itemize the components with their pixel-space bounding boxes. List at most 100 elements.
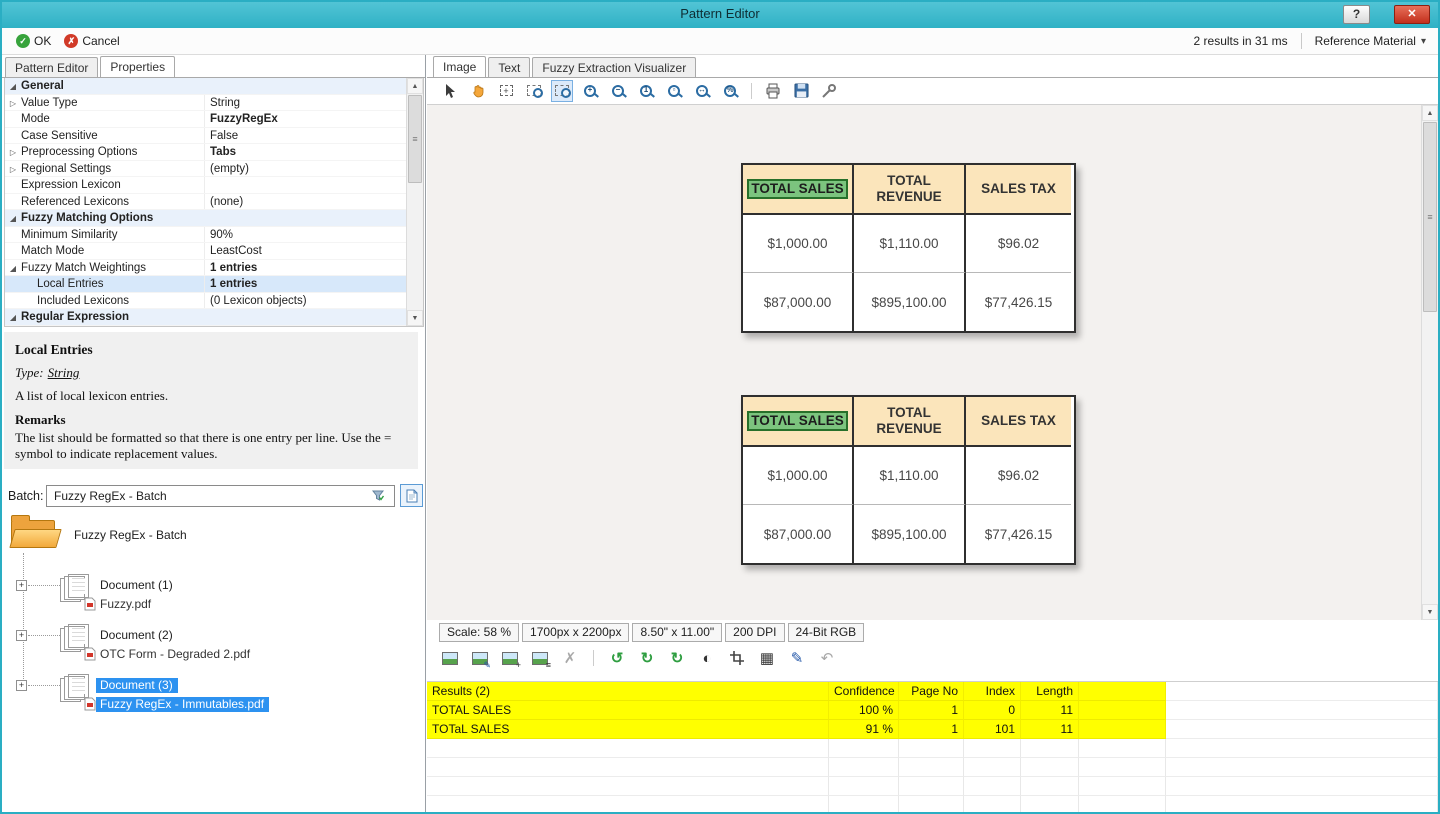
results-header-length[interactable]: Length: [1021, 682, 1079, 701]
property-group-general[interactable]: ◢ General: [5, 78, 406, 95]
collapse-icon[interactable]: ◢: [5, 309, 21, 325]
expand-icon[interactable]: ▷: [5, 161, 21, 177]
scroll-thumb[interactable]: ≡: [1423, 122, 1437, 312]
rotate-left-icon[interactable]: ↺: [606, 647, 628, 669]
result-row-length[interactable]: 11: [1021, 701, 1079, 720]
result-row-index[interactable]: 0: [964, 701, 1021, 720]
pan-tool-icon[interactable]: [467, 80, 489, 102]
tree-root-label[interactable]: Fuzzy RegEx - Batch: [74, 528, 187, 542]
close-button[interactable]: ✕: [1394, 5, 1430, 24]
zoom-window-icon[interactable]: [551, 79, 573, 102]
result-row-page[interactable]: 1: [899, 720, 964, 739]
results-header-confidence[interactable]: Confidence: [829, 682, 899, 701]
zoom-fit-page-icon[interactable]: ▫: [663, 80, 685, 102]
property-row-value-type[interactable]: ▷ Value Type String: [5, 94, 406, 111]
expand-plus-icon[interactable]: +: [16, 680, 27, 691]
tree-item-title[interactable]: Document (2): [100, 628, 173, 642]
zoom-fit-width-icon[interactable]: ↔: [691, 80, 713, 102]
crop-icon[interactable]: [726, 647, 748, 669]
annotate-pen-icon[interactable]: ✎: [786, 647, 808, 669]
result-row-index[interactable]: 101: [964, 720, 1021, 739]
result-row-confidence[interactable]: 91 %: [829, 720, 899, 739]
snippet-tool-icon[interactable]: +: [495, 80, 517, 102]
collapse-icon[interactable]: ◢: [5, 260, 21, 276]
property-row-case-sensitive[interactable]: Case Sensitive False: [5, 127, 406, 144]
tab-pattern-editor[interactable]: Pattern Editor: [5, 57, 99, 77]
zoom-percent-icon[interactable]: %: [719, 80, 741, 102]
property-row-minimum-similarity[interactable]: Minimum Similarity 90%: [5, 226, 406, 243]
result-row-confidence[interactable]: 100 %: [829, 701, 899, 720]
folder-icon[interactable]: [9, 515, 62, 549]
expand-plus-icon[interactable]: +: [16, 580, 27, 591]
tab-image[interactable]: Image: [433, 56, 487, 77]
expand-icon[interactable]: ▷: [5, 95, 21, 111]
cancel-button[interactable]: ✗ Cancel: [60, 32, 123, 50]
ok-button[interactable]: ✓ OK: [12, 32, 55, 50]
scroll-up-icon[interactable]: ▲: [407, 78, 423, 94]
refresh-page-icon[interactable]: ↻: [666, 647, 688, 669]
scroll-thumb[interactable]: ≡: [408, 95, 422, 183]
image-tools-icon[interactable]: [818, 80, 840, 102]
save-image-icon[interactable]: [790, 80, 812, 102]
property-row-regional-settings[interactable]: ▷ Regional Settings (empty): [5, 160, 406, 177]
reference-material-button[interactable]: Reference Material ▾: [1315, 34, 1428, 48]
results-header-name[interactable]: Results (2): [427, 682, 829, 701]
tab-properties[interactable]: Properties: [100, 56, 176, 77]
print-icon[interactable]: [762, 80, 784, 102]
image-edit-icon[interactable]: ✎: [469, 647, 491, 669]
image-inspect-icon[interactable]: +: [499, 647, 521, 669]
scroll-up-icon[interactable]: ▲: [1422, 105, 1438, 121]
property-row-mode[interactable]: Mode FuzzyRegEx: [5, 111, 406, 128]
property-row-preprocessing[interactable]: ▷ Preprocessing Options Tabs: [5, 144, 406, 161]
filter-icon[interactable]: [372, 490, 385, 502]
undo-icon[interactable]: ↶: [816, 647, 838, 669]
tab-fuzzy-extraction-visualizer[interactable]: Fuzzy Extraction Visualizer: [532, 57, 697, 77]
image-open-icon[interactable]: [439, 647, 461, 669]
tree-item-document-2[interactable]: + Document (2) OTC Form - Degraded 2.pdf: [2, 623, 424, 673]
tree-item-file[interactable]: Fuzzy.pdf: [100, 597, 151, 611]
zoom-out-icon[interactable]: −: [607, 80, 629, 102]
property-grid-scrollbar[interactable]: ▲ ≡ ▼: [406, 78, 423, 326]
copy-table-icon[interactable]: ▦: [756, 647, 778, 669]
results-header-page[interactable]: Page No: [899, 682, 964, 701]
results-header-index[interactable]: Index: [964, 682, 1021, 701]
tree-item-document-3-selected[interactable]: + Document (3) Fuzzy RegEx - Immutables.…: [2, 673, 424, 723]
tree-item-file[interactable]: OTC Form - Degraded 2.pdf: [100, 647, 250, 661]
scroll-down-icon[interactable]: ▼: [407, 310, 423, 326]
result-row-page[interactable]: 1: [899, 701, 964, 720]
collapse-icon[interactable]: ◢: [5, 78, 21, 94]
property-group-regular-expression[interactable]: ◢ Regular Expression: [5, 309, 406, 326]
tab-text[interactable]: Text: [488, 57, 531, 77]
property-row-expression-lexicon[interactable]: Expression Lexicon: [5, 177, 406, 194]
property-group-fuzzy-matching[interactable]: ◢ Fuzzy Matching Options: [5, 210, 406, 227]
view-document-button[interactable]: [400, 484, 423, 507]
property-row-match-mode[interactable]: Match Mode LeastCost: [5, 243, 406, 260]
image-adjust-icon[interactable]: ≡: [529, 647, 551, 669]
delete-image-icon[interactable]: ✗: [559, 647, 581, 669]
batch-combobox[interactable]: Fuzzy RegEx - Batch: [46, 485, 395, 507]
result-row-name[interactable]: TOTaL SALES: [427, 720, 829, 739]
select-tool-icon[interactable]: [439, 80, 461, 102]
expand-icon[interactable]: ▷: [5, 144, 21, 160]
tree-item-file[interactable]: Fuzzy RegEx - Immutables.pdf: [96, 697, 270, 712]
zoom-in-icon[interactable]: +: [579, 80, 601, 102]
viewer-scrollbar[interactable]: ▲ ≡ ▼: [1421, 105, 1438, 620]
zoom-region-icon[interactable]: [523, 80, 545, 102]
tree-item-document-1[interactable]: + Document (1) Fuzzy.pdf: [2, 573, 424, 623]
property-row-referenced-lexicons[interactable]: Referenced Lexicons (none): [5, 193, 406, 210]
tree-item-title[interactable]: Document (1): [100, 578, 173, 592]
result-row-length[interactable]: 11: [1021, 720, 1079, 739]
property-row-included-lexicons[interactable]: Included Lexicons (0 Lexicon objects): [5, 292, 406, 309]
scroll-down-icon[interactable]: ▼: [1422, 604, 1438, 620]
collapse-icon[interactable]: ◢: [5, 210, 21, 226]
property-row-fuzzy-match-weightings[interactable]: ◢ Fuzzy Match Weightings 1 entries: [5, 259, 406, 276]
image-viewer[interactable]: TOTAL SALES TOTAL REVENUE SALES TAX $1,0…: [427, 105, 1438, 620]
help-button[interactable]: ?: [1343, 5, 1370, 24]
contrast-icon[interactable]: ◐: [696, 647, 718, 669]
expand-plus-icon[interactable]: +: [16, 630, 27, 641]
zoom-actual-size-icon[interactable]: 1: [635, 80, 657, 102]
property-row-local-entries[interactable]: Local Entries 1 entries: [5, 276, 406, 293]
rotate-right-icon[interactable]: ↻: [636, 647, 658, 669]
result-row-name[interactable]: TOTAL SALES: [427, 701, 829, 720]
tree-item-title[interactable]: Document (3): [96, 678, 178, 693]
